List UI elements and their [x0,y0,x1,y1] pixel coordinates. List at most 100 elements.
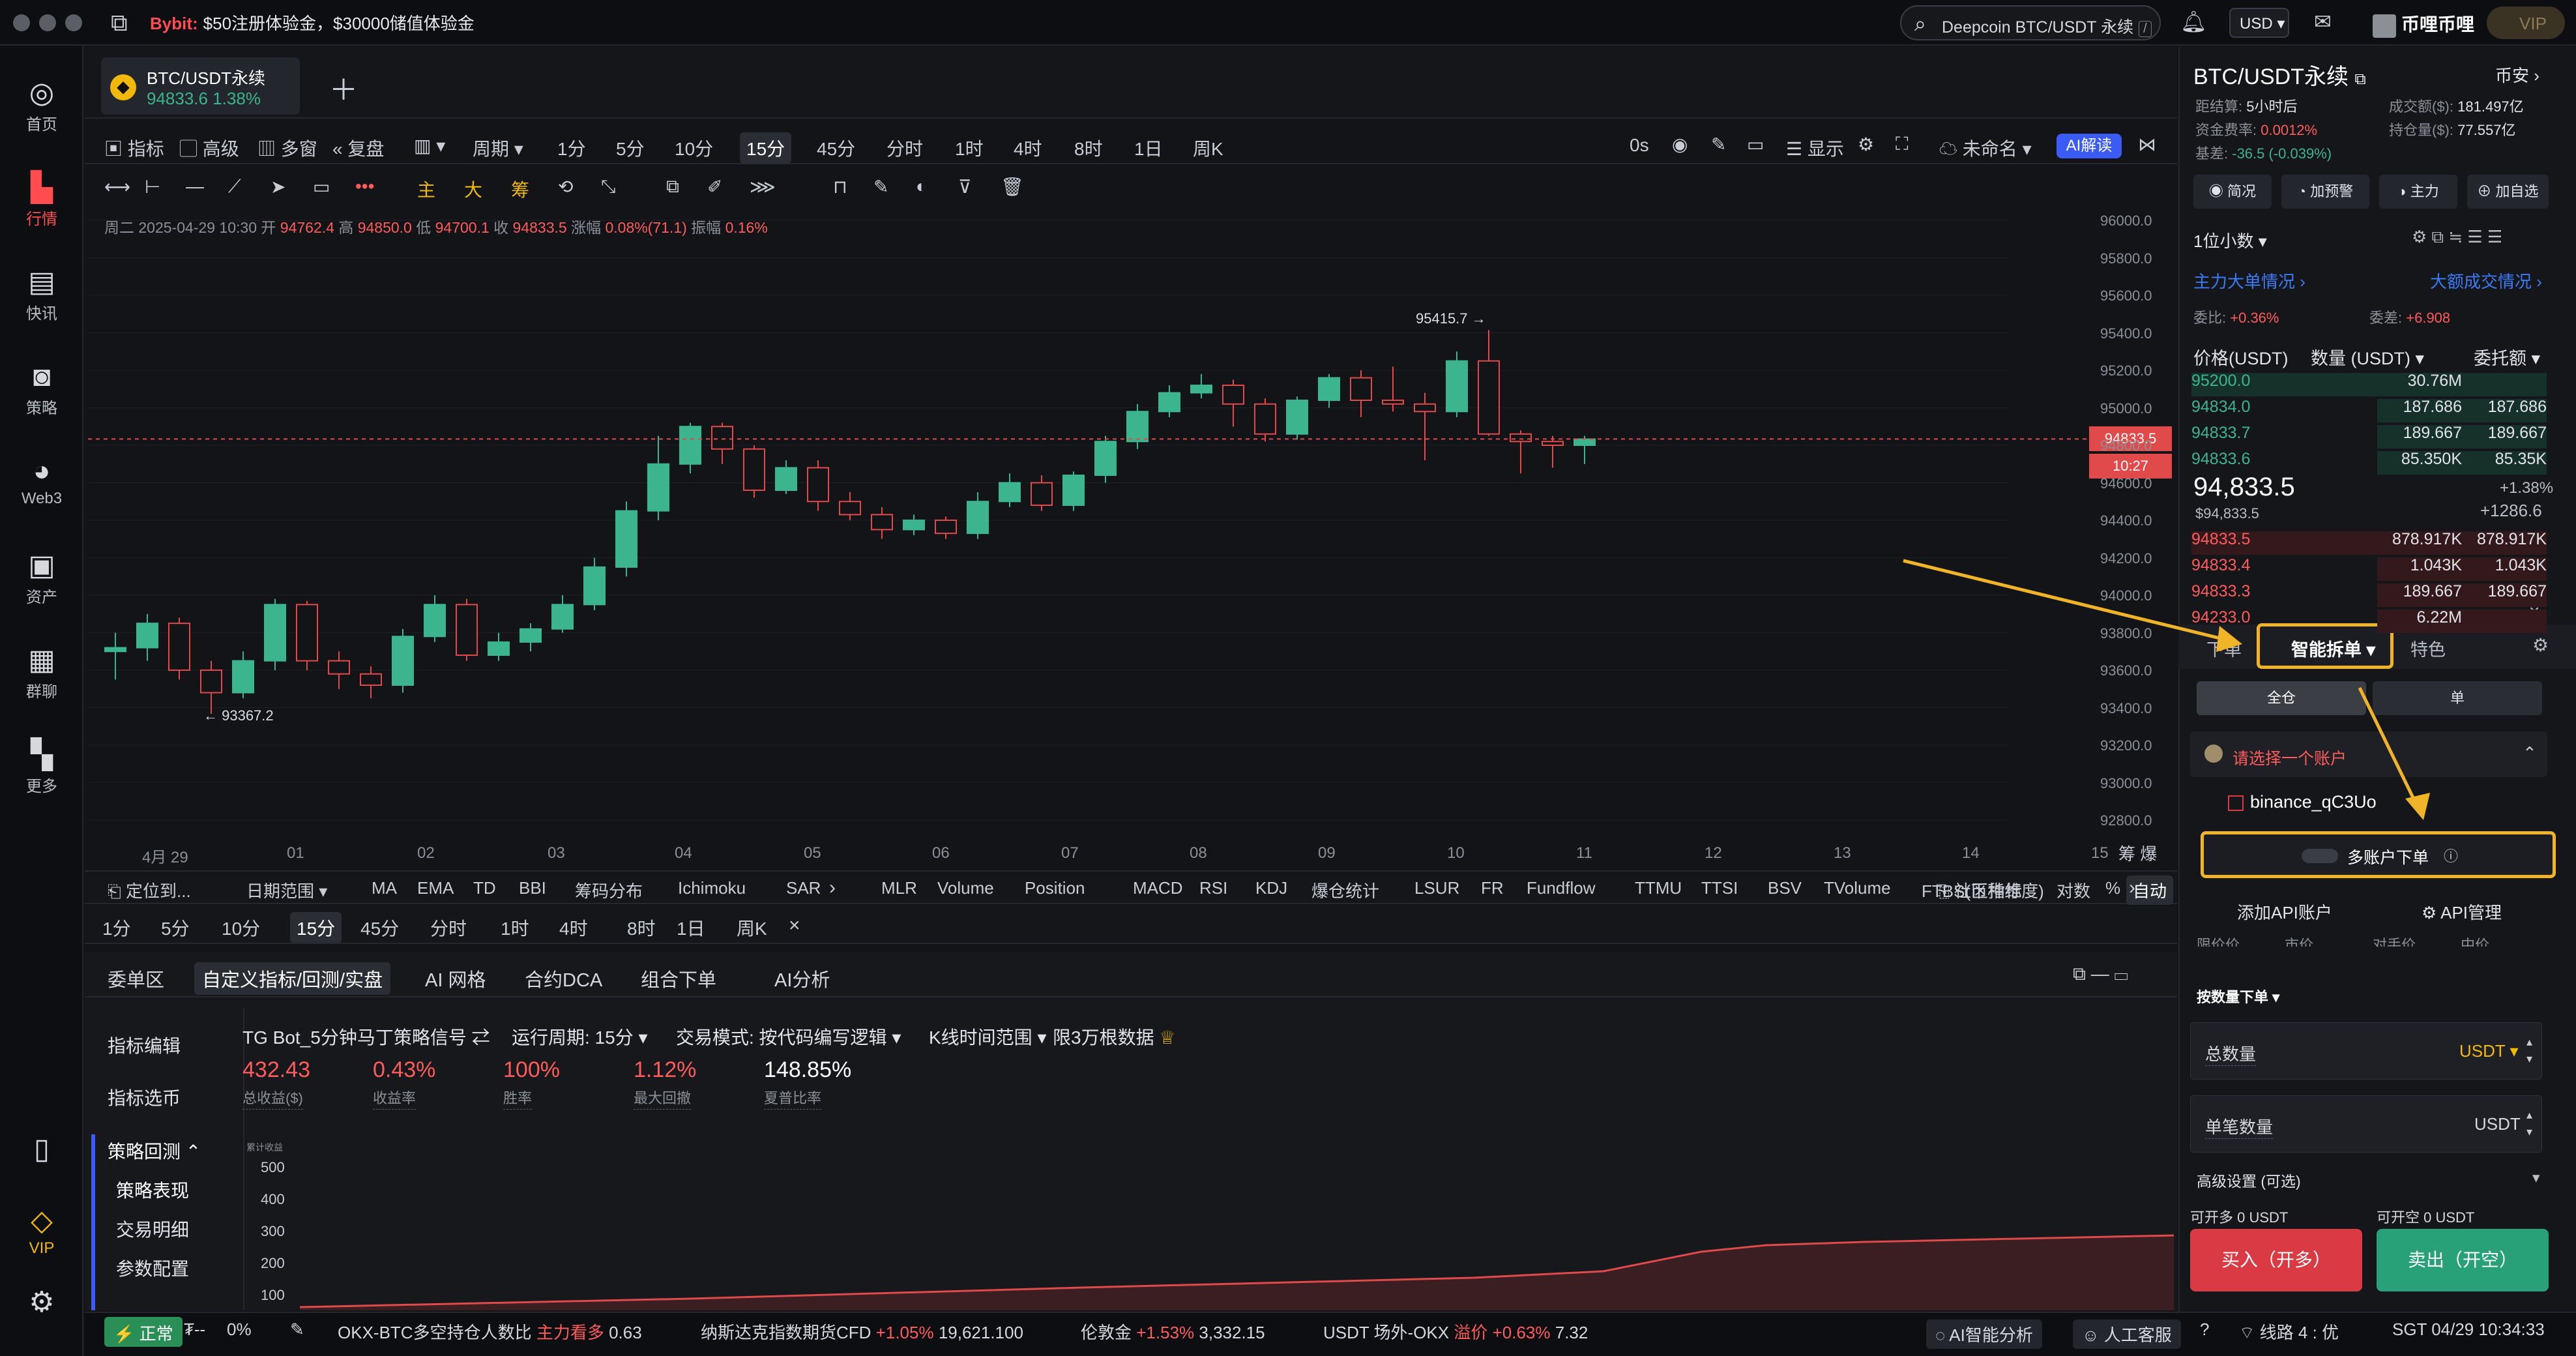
sub-interval-1[interactable]: 5分 [161,915,190,941]
nav-chat[interactable]: ▦ 群聊 [0,642,83,701]
edit-ticker-icon[interactable]: ✎ [290,1319,304,1340]
period-select[interactable]: 周期 ▾ [473,135,523,161]
chevron-right-icon[interactable]: › [829,877,836,899]
candlestick-chart[interactable] [88,207,2089,866]
rect-tool-icon[interactable]: ▭ [313,176,330,198]
interval-timeline[interactable]: 分时 [886,135,923,161]
window-close-button[interactable] [13,14,30,31]
tab-custom-indicator[interactable]: 自定义指标/回测/实盘 [194,962,391,995]
order-type-2[interactable]: 对手价 [2373,934,2416,947]
advanced-settings[interactable]: 高级设置 (可选) [2197,1169,2301,1191]
order-settings-icon[interactable]: ⚙ [2532,634,2549,656]
bell-icon[interactable]: 🔔︎ [2180,9,2207,34]
interval-15m[interactable]: 15分 [740,132,792,164]
hline-tool-icon[interactable]: ⟷ [104,176,130,198]
chart-type-icon[interactable]: ▥ ▾ [414,135,445,156]
indicator-11[interactable]: RSI [1199,878,1227,898]
side-params[interactable]: 参数配置 [116,1255,189,1281]
nav-strategy[interactable]: ◙ 策略 [0,359,83,418]
interval-1m[interactable]: 1分 [557,135,586,161]
stepper-icon[interactable]: ▴ ▾ [2526,1106,2532,1140]
search-input[interactable]: ⌕ Deepcoin BTC/USDT 永续 / [1900,5,2161,40]
nav-vip[interactable]: ◇ VIP [0,1203,83,1258]
camera-icon[interactable]: ◉ [1672,134,1688,155]
window-zoom-button[interactable] [65,14,82,31]
chip-button[interactable]: 筹 [511,176,529,202]
ticker-usdt-otc[interactable]: USDT 场外-OKX 溢价 +0.63% 7.32 [1323,1319,1588,1344]
line-tool-icon[interactable]: — [186,176,204,197]
close-interval-bar-icon[interactable]: × [789,915,800,937]
customer-service-button[interactable]: ☺ 人工客服 [2073,1319,2181,1349]
add-alert-button[interactable]: ◔ 加预警 [2281,175,2369,209]
user-profile[interactable]: 币哩币哩 [2373,10,2474,38]
indicator-2[interactable]: TD [473,878,496,898]
indicator-17[interactable]: TTMU [1635,878,1682,898]
chevron-down-icon[interactable]: ▾ [2532,1169,2540,1186]
settings-icon[interactable]: ⚙ [0,1284,83,1321]
add-api-account-button[interactable]: 添加API账户 [2237,900,2332,924]
side-backtest[interactable]: 策略回测 ⌃ [108,1138,201,1164]
total-qty-unit[interactable]: USDT ▾ [2459,1041,2519,1061]
trendline-tool-icon[interactable]: ⟋ [228,176,241,198]
side-performance[interactable]: 策略表现 [116,1177,189,1203]
note-icon[interactable]: ✎ [873,176,888,198]
nav-assets[interactable]: ▣ 资产 [0,548,83,607]
overview-button[interactable]: ◉ 简况 [2193,175,2272,209]
strategy-name[interactable]: TG Bot_5分钟马丁策略信号 ⇄ [242,1024,490,1050]
sub-interval-2[interactable]: 10分 [222,915,260,941]
tab-order-area[interactable]: 委单区 [108,965,164,992]
interval-8h[interactable]: 8时 [1074,135,1103,161]
sub-interval-4[interactable]: 45分 [360,915,399,941]
lock-icon[interactable]: ⊓ [833,176,847,198]
sub-interval-3[interactable]: 15分 [290,912,342,943]
indicator-0[interactable]: MA [372,878,397,898]
bids-row[interactable]: 94833.5 878.917K 878.917K [2191,530,2547,556]
advanced-button[interactable]: ▢ 高级 [179,135,239,161]
order-type-0[interactable]: 限价价 [2197,934,2240,947]
interval-1h[interactable]: 1时 [955,135,984,161]
sub-interval-8[interactable]: 8时 [627,915,656,941]
connection-status[interactable]: ⚡ 正常 [104,1317,183,1347]
vip-badge[interactable]: VIP [2487,7,2565,39]
indicator-5[interactable]: Ichimoku [678,878,746,898]
pattern-icon[interactable]: ⋙ [750,176,776,198]
ai-interpret-button[interactable]: AI解读 [2056,134,2122,158]
order-type-1[interactable]: 市价 [2285,934,2313,947]
buy-long-button[interactable]: 买入（开多） [2190,1229,2362,1291]
indicator-20[interactable]: TVolume [1824,878,1891,898]
nav-news[interactable]: ▤ 快讯 [0,264,83,323]
chips-toggle-icon[interactable]: 筹 爆 [2118,841,2157,865]
template-select[interactable]: ☁ 未命名 ▾ [1939,135,2032,161]
multi-account-toggle[interactable] [2302,849,2338,863]
add-favorite-button[interactable]: ⊕ 加自选 [2467,175,2549,209]
orderbook-view-icons[interactable]: ⚙ ⧉ ≒ ☰ ☰ [2412,227,2502,248]
layout-icon[interactable]: ▭ [1747,134,1764,155]
chart-settings-icon[interactable]: ⚙ [1858,134,1874,155]
col-qty[interactable]: 数量 (USDT) ▾ [2311,344,2424,370]
nav-web3[interactable]: ◕ Web3 [0,453,83,508]
share-icon[interactable]: ⋈ [2138,134,2156,155]
side-trade-detail[interactable]: 交易明细 [116,1216,189,1242]
nav-home[interactable]: ◎ 首页 [0,75,83,134]
indicator-21[interactable]: FTBS(币种维度) [1922,878,2044,902]
indicator-3[interactable]: BBI [519,878,546,898]
indicator-19[interactable]: BSV [1768,878,1802,898]
window-minimize-button[interactable] [39,14,56,31]
chevron-right-icon[interactable]: › [2129,877,2135,899]
stepper-icon[interactable]: ▴ ▾ [2526,1033,2532,1067]
brush-icon[interactable]: ✐ [707,176,722,198]
chart-tab[interactable]: ◆ BTC/USDT永续 94833.6 1.38% [101,57,300,115]
locate-button[interactable]: ⎗ 定位到... [108,878,191,902]
indicator-6[interactable]: SAR [786,878,821,898]
tab-contract-dca[interactable]: 合约DCA [525,965,602,992]
fullscreen-icon[interactable]: ⛶ [1895,134,1909,155]
single-qty-input[interactable]: 单笔数量 USDT ▴ ▾ [2190,1095,2542,1153]
kline-range-select[interactable]: K线时间范围 ▾ [929,1024,1047,1050]
filter-icon[interactable]: ⊽ [958,176,972,198]
tab-ai-analysis[interactable]: AI分析 [774,965,830,992]
decimals-select[interactable]: 1位小数 ▾ [2193,228,2267,252]
sub-interval-10[interactable]: 周K [737,915,767,941]
sub-interval-6[interactable]: 1时 [501,915,529,941]
nav-market[interactable]: ▙ 行情 [0,170,83,229]
mail-icon[interactable]: ✉ [2314,9,2332,34]
